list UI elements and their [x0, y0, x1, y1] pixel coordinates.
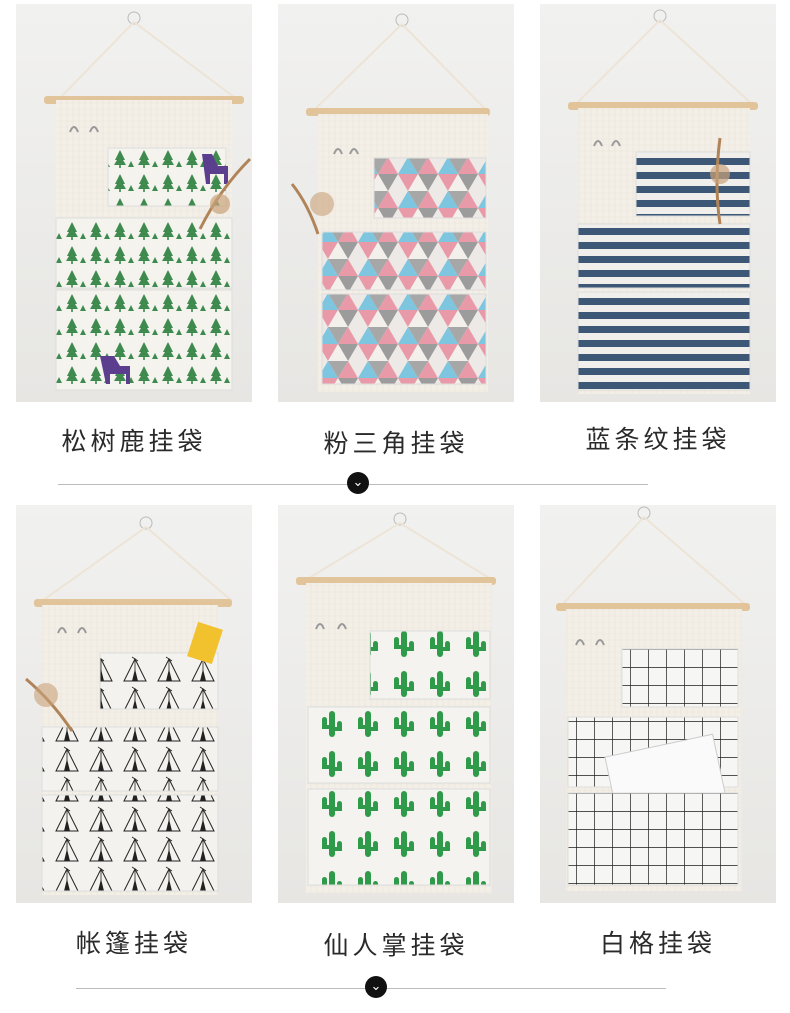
product-name: 蓝条纹挂袋: [585, 425, 731, 454]
product-name: 帐篷挂袋: [75, 929, 192, 958]
product-image-cactus: [278, 505, 514, 903]
product-image-white-grid: [540, 505, 776, 903]
product-name: 粉三角挂袋: [323, 429, 469, 458]
product-image-pink-triangle: [278, 4, 514, 402]
product-image-tent: [16, 505, 252, 903]
product-image-pine-tree-deer: [16, 4, 252, 402]
chevron-down-icon[interactable]: ⌄: [365, 976, 387, 998]
chevron-down-icon[interactable]: ⌄: [347, 472, 369, 494]
product-image-blue-stripe: [540, 4, 776, 402]
product-name: 白格挂袋: [599, 929, 716, 958]
product-name: 松树鹿挂袋: [61, 427, 207, 456]
product-name: 仙人掌挂袋: [323, 931, 469, 960]
